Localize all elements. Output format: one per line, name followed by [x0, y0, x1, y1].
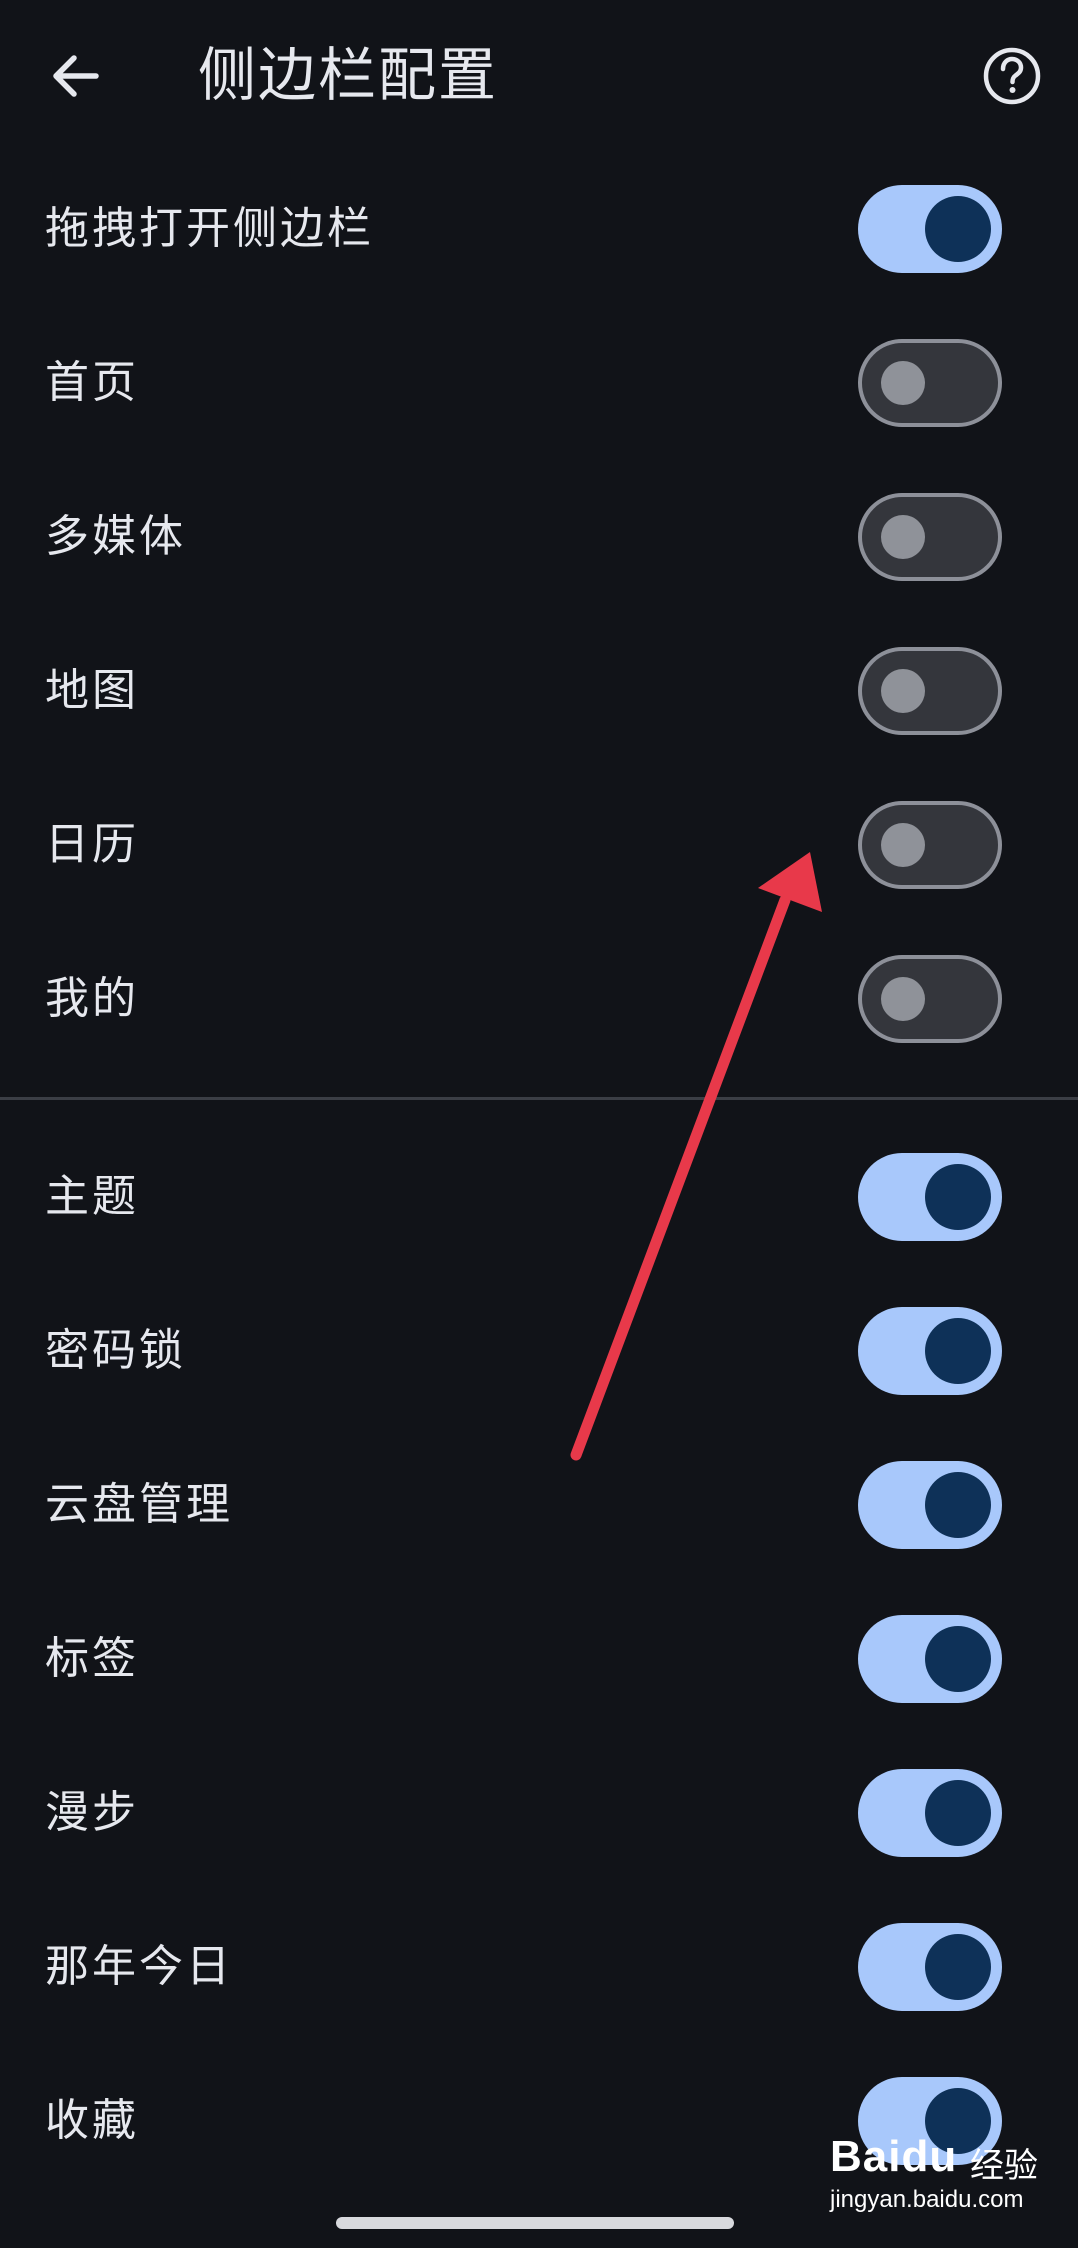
toggle-switch[interactable] [858, 1307, 1002, 1395]
setting-row-map[interactable]: 地图 [0, 614, 1078, 768]
setting-row-home[interactable]: 首页 [0, 306, 1078, 460]
toggle-switch[interactable] [858, 1461, 1002, 1549]
setting-row-tags[interactable]: 标签 [0, 1582, 1078, 1736]
setting-row-mine[interactable]: 我的 [0, 922, 1078, 1076]
setting-label: 密码锁 [45, 1325, 186, 1376]
help-circle-icon [983, 47, 1041, 105]
watermark-name: 经验 [970, 2146, 1038, 2186]
setting-row-stroll[interactable]: 漫步 [0, 1736, 1078, 1890]
toggle-switch[interactable] [858, 339, 1002, 427]
toggle-thumb [925, 1780, 991, 1846]
home-indicator[interactable] [336, 2217, 734, 2229]
toggle-thumb [925, 1164, 991, 1230]
page-title: 侧边栏配置 [198, 41, 499, 109]
toggle-switch[interactable] [858, 1923, 1002, 2011]
toggle-switch[interactable] [858, 185, 1002, 273]
setting-label: 主题 [45, 1171, 139, 1222]
setting-row-theme[interactable]: 主题 [0, 1120, 1078, 1274]
toggle-thumb [881, 361, 925, 405]
app-bar: 侧边栏配置 [0, 0, 1078, 150]
setting-label: 我的 [45, 973, 139, 1024]
setting-label: 漫步 [45, 1787, 139, 1838]
toggle-thumb [881, 669, 925, 713]
toggle-thumb [925, 196, 991, 262]
setting-row-cloud-drive[interactable]: 云盘管理 [0, 1428, 1078, 1582]
toggle-thumb [881, 823, 925, 867]
setting-label: 标签 [45, 1633, 139, 1684]
help-button[interactable] [972, 36, 1052, 116]
watermark-url: jingyan.baidu.com [830, 2186, 1024, 2213]
setting-label: 拖拽打开侧边栏 [45, 203, 374, 254]
watermark-logo: Baidu [830, 2132, 958, 2181]
setting-label: 首页 [45, 357, 139, 408]
setting-label: 多媒体 [45, 511, 186, 562]
toggle-switch[interactable] [858, 1615, 1002, 1703]
setting-label: 那年今日 [45, 1941, 233, 1992]
arrow-left-icon [53, 55, 99, 97]
setting-row-calendar[interactable]: 日历 [0, 768, 1078, 922]
setting-row-password-lock[interactable]: 密码锁 [0, 1274, 1078, 1428]
setting-label: 收藏 [45, 2095, 139, 2146]
back-button[interactable] [36, 36, 116, 116]
setting-row-multimedia[interactable]: 多媒体 [0, 460, 1078, 614]
setting-row-drag-open-sidebar[interactable]: 拖拽打开侧边栏 [0, 152, 1078, 306]
toggle-thumb [925, 1934, 991, 2000]
watermark: Baidu 经验 jingyan.baidu.com [820, 2130, 1060, 2220]
setting-label: 云盘管理 [45, 1479, 233, 1530]
toggle-thumb [925, 1318, 991, 1384]
toggle-thumb [881, 515, 925, 559]
toggle-switch[interactable] [858, 1153, 1002, 1241]
setting-row-on-this-day[interactable]: 那年今日 [0, 1890, 1078, 2044]
toggle-thumb [925, 1626, 991, 1692]
toggle-switch[interactable] [858, 647, 1002, 735]
toggle-thumb [881, 977, 925, 1021]
toggle-switch[interactable] [858, 1769, 1002, 1857]
section-divider [0, 1097, 1078, 1100]
setting-label: 日历 [45, 819, 139, 870]
toggle-switch[interactable] [858, 955, 1002, 1043]
toggle-thumb [925, 1472, 991, 1538]
toggle-switch[interactable] [858, 801, 1002, 889]
toggle-switch[interactable] [858, 493, 1002, 581]
setting-label: 地图 [45, 665, 139, 716]
